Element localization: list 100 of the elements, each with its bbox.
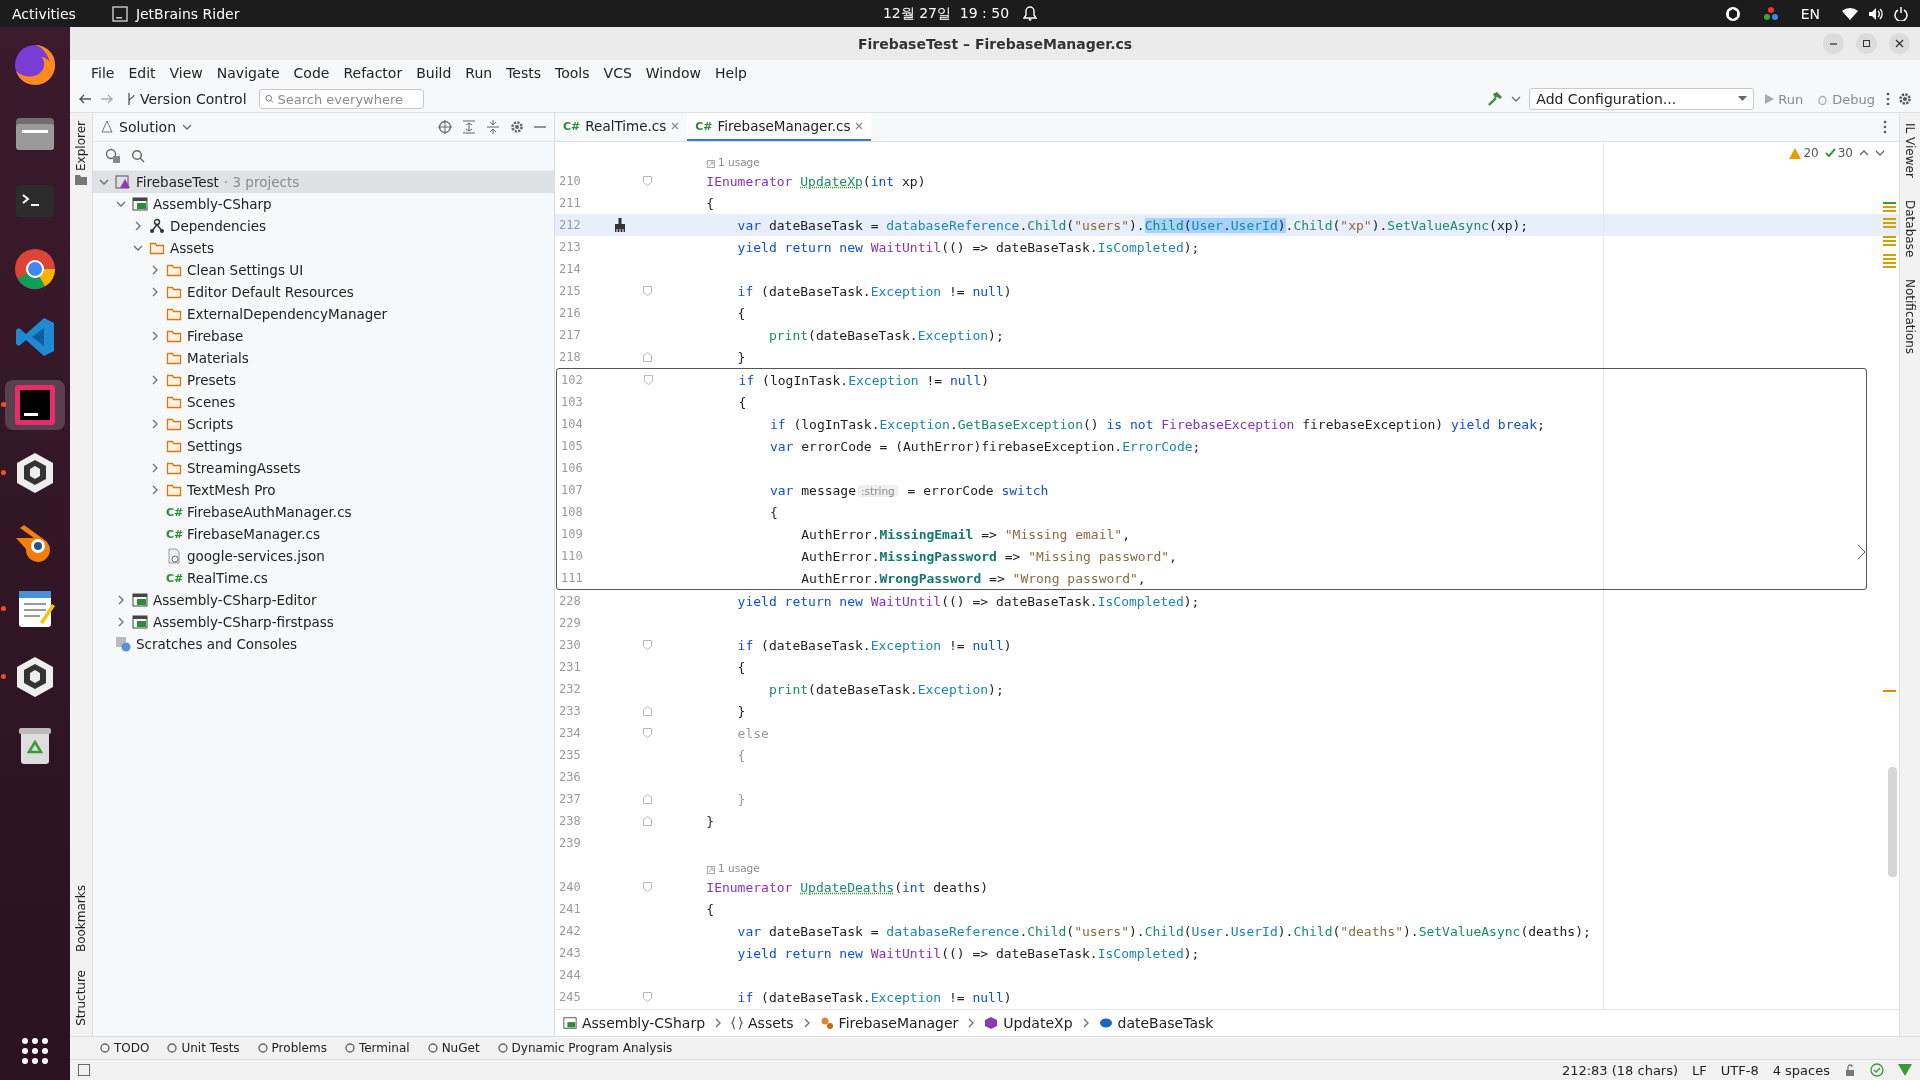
brush-icon[interactable] <box>613 218 627 232</box>
tool-window-button[interactable]: Problems <box>257 1041 327 1055</box>
chevron-right-icon[interactable] <box>150 485 160 495</box>
wifi-icon[interactable] <box>1842 6 1858 21</box>
volume-icon[interactable] <box>1868 6 1884 21</box>
chevron-right-icon[interactable] <box>116 617 126 627</box>
tree-item[interactable]: FirebaseManager.cs <box>186 526 321 542</box>
filter-icon[interactable] <box>105 148 121 164</box>
search-field[interactable]: Search everywhere <box>258 89 424 109</box>
tree-item[interactable]: Scratches and Consoles <box>135 636 299 652</box>
side-tool-tab[interactable]: Database <box>1903 195 1917 262</box>
tool-window-button[interactable]: Dynamic Program Analysis <box>497 1041 673 1055</box>
folder-icon[interactable] <box>75 174 87 185</box>
scrollbar-thumb[interactable] <box>1888 767 1897 877</box>
crosshair-icon[interactable] <box>438 120 452 134</box>
activities-button[interactable]: Activities <box>12 5 76 22</box>
tray-icon[interactable] <box>1762 5 1779 22</box>
collapse-all-icon[interactable] <box>486 120 500 134</box>
tree-item[interactable]: Assembly-CSharp-firstpass <box>152 614 335 630</box>
settings-icon[interactable] <box>510 120 524 134</box>
maximize-button[interactable] <box>1856 33 1877 54</box>
breadcrumb[interactable]: dateBaseTask <box>1098 1015 1214 1031</box>
chevron-right-icon[interactable] <box>150 375 160 385</box>
line-separator[interactable]: LF <box>1692 1062 1707 1078</box>
breadcrumb[interactable]: Assets <box>731 1015 794 1031</box>
tree-item[interactable]: FirebaseAuthManager.cs <box>186 504 353 520</box>
chevron-right-icon[interactable] <box>150 463 160 473</box>
tree-item[interactable]: google-services.json <box>186 548 326 564</box>
editor-tab[interactable]: C# RealTime.cs <box>555 113 688 141</box>
expand-all-icon[interactable] <box>462 120 476 134</box>
caret-position[interactable]: 212:83 (18 chars) <box>1561 1062 1679 1078</box>
tree-item[interactable]: Scenes <box>186 394 237 410</box>
tree-item[interactable]: Clean Settings UI <box>186 262 305 278</box>
tool-window-button[interactable]: Unit Tests <box>167 1041 240 1055</box>
close-icon[interactable] <box>671 122 680 130</box>
tree-item[interactable]: ExternalDependencyManager <box>186 306 389 322</box>
tree-item[interactable]: StreamingAssets <box>186 460 302 476</box>
tree-item[interactable]: Firebase <box>186 328 245 344</box>
chevron-right-icon[interactable] <box>150 265 160 275</box>
tree-item[interactable]: Editor Default Resources <box>186 284 355 300</box>
settings-icon[interactable] <box>1898 92 1912 106</box>
breadcrumb[interactable]: UpdateXp <box>984 1015 1073 1031</box>
triangle-icon[interactable] <box>1898 1064 1912 1076</box>
indent-setting[interactable]: 4 spaces <box>1772 1062 1830 1078</box>
minimize-button[interactable] <box>1823 33 1844 54</box>
search-icon[interactable] <box>131 149 145 163</box>
warnings-count[interactable]: 20 <box>1789 146 1819 160</box>
menu-item[interactable]: Refactor <box>336 65 410 81</box>
version-control-button[interactable]: Version Control <box>122 91 251 107</box>
chevron-down-icon[interactable] <box>116 199 126 209</box>
chevron-down-icon[interactable] <box>133 243 143 253</box>
clock[interactable]: 12월 27일 19 : 50 <box>882 4 1010 23</box>
menu-item[interactable]: Navigate <box>209 65 287 81</box>
usage-hint[interactable]: 1 usage <box>707 854 760 876</box>
tree-item[interactable]: Assembly-CSharp-Editor <box>152 592 318 608</box>
chevron-right-icon[interactable] <box>150 287 160 297</box>
close-button[interactable] <box>1889 33 1910 54</box>
side-tool-tab[interactable]: Bookmarks <box>74 881 88 957</box>
file-encoding[interactable]: UTF-8 <box>1720 1062 1759 1078</box>
side-tool-tab[interactable]: IL Viewer <box>1903 119 1917 182</box>
breadcrumb[interactable]: FirebaseManager <box>819 1015 959 1031</box>
passed-count[interactable]: 30 <box>1824 146 1853 160</box>
back-icon[interactable] <box>78 92 92 106</box>
tree-item[interactable]: Presets <box>186 372 238 388</box>
more-icon[interactable] <box>1883 120 1887 134</box>
close-icon[interactable] <box>855 122 864 130</box>
tree-item[interactable]: FirebaseTest <box>135 174 220 190</box>
menu-item[interactable]: Build <box>409 65 459 81</box>
hammer-icon[interactable] <box>1487 91 1504 107</box>
lock-icon[interactable] <box>1844 1064 1856 1076</box>
tree-item[interactable]: Assembly-CSharp <box>152 196 273 212</box>
tree-item[interactable]: Dependencies <box>169 218 268 234</box>
app-grid-icon[interactable] <box>20 1036 50 1066</box>
menu-item[interactable]: VCS <box>596 65 639 81</box>
configuration-dropdown[interactable]: Add Configuration... <box>1529 88 1755 110</box>
input-language[interactable]: EN <box>1800 5 1820 22</box>
menu-item[interactable]: Code <box>286 65 337 81</box>
side-tool-tab[interactable]: Explorer <box>74 117 88 175</box>
app-menu[interactable]: JetBrains Rider <box>135 5 240 22</box>
menu-item[interactable]: Edit <box>121 65 163 81</box>
chevron-right-icon[interactable] <box>150 419 160 429</box>
panel-toggle-icon[interactable] <box>78 1064 90 1076</box>
tree-item[interactable]: TextMesh Pro <box>186 482 277 498</box>
tool-window-button[interactable]: Terminal <box>344 1041 410 1055</box>
breadcrumb[interactable]: Assembly-CSharp <box>563 1015 706 1031</box>
tree-item[interactable]: Settings <box>186 438 244 454</box>
menu-item[interactable]: Tests <box>499 65 549 81</box>
chevron-down-icon[interactable] <box>99 177 109 187</box>
usage-hint[interactable]: 1 usage <box>707 148 760 170</box>
chevron-right-icon[interactable] <box>150 331 160 341</box>
menu-item[interactable]: Run <box>458 65 500 81</box>
tree-item[interactable]: RealTime.cs <box>186 570 269 586</box>
more-icon[interactable] <box>1886 92 1890 106</box>
status-check-icon[interactable] <box>1870 1063 1884 1077</box>
menu-item[interactable]: Tools <box>548 65 597 81</box>
editor-tab[interactable]: C# FirebaseManager.cs <box>687 113 872 141</box>
menu-item[interactable]: Window <box>638 65 708 81</box>
tray-icon[interactable] <box>1724 5 1741 22</box>
menu-item[interactable]: Help <box>708 65 754 81</box>
side-tool-tab[interactable]: Notifications <box>1903 275 1917 359</box>
